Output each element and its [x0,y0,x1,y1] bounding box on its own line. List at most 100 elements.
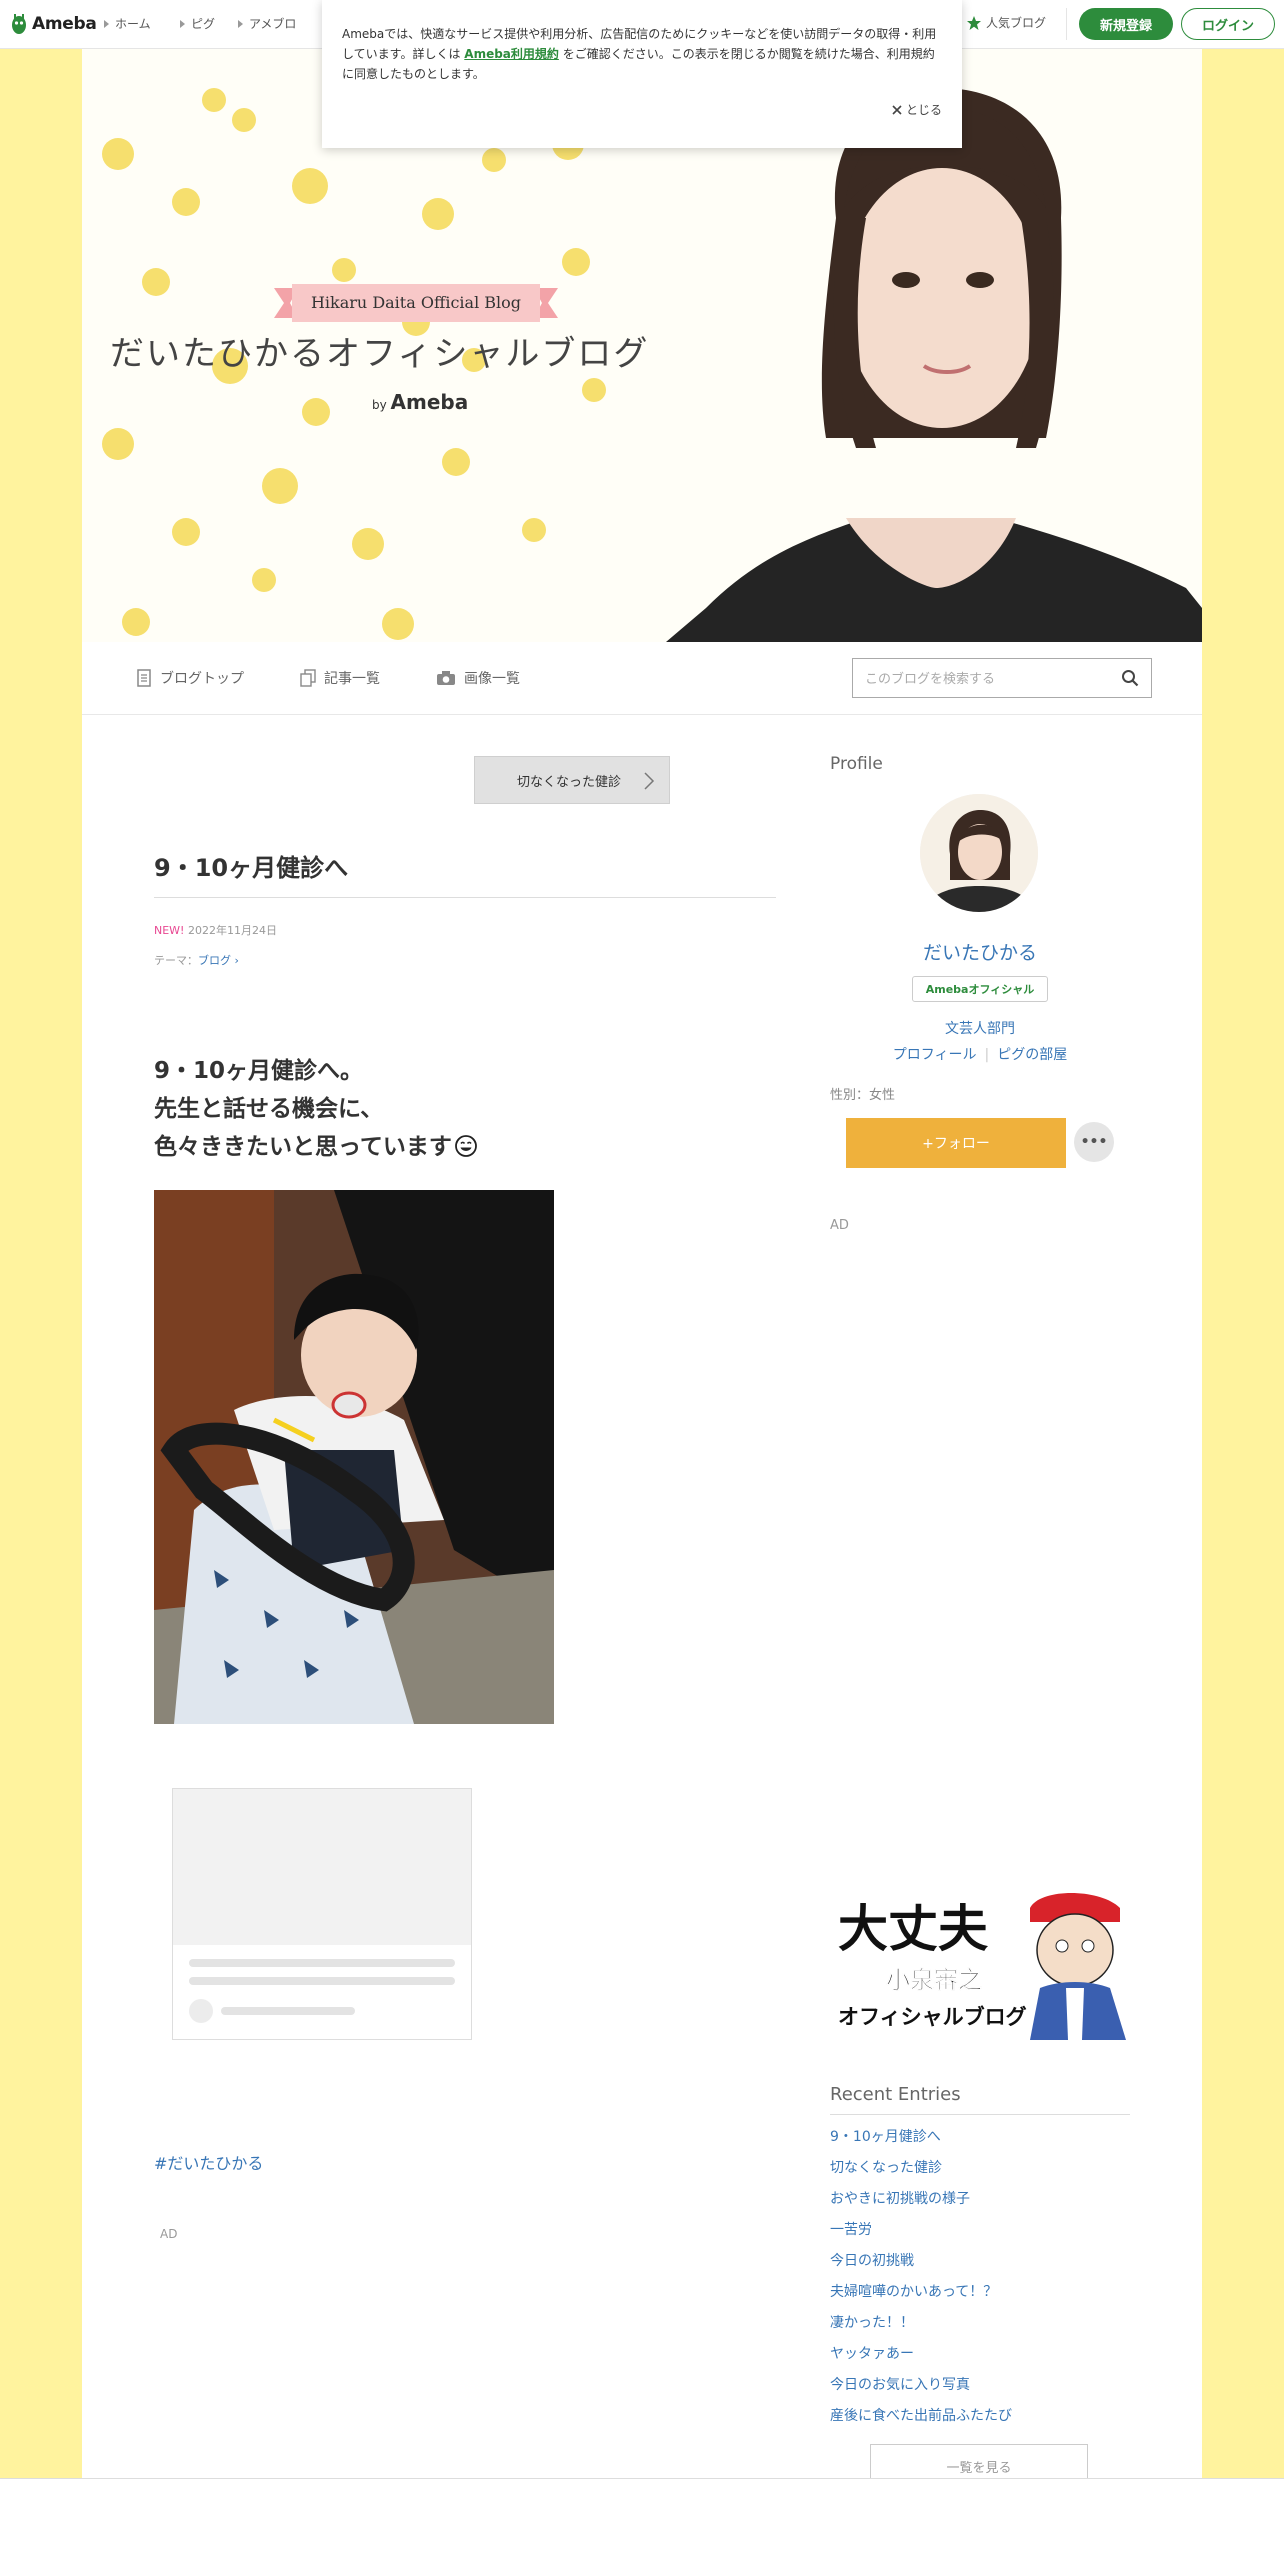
profile-avatar[interactable] [920,794,1038,912]
koizumi-blog-banner[interactable]: 大丈夫 小泉審之 オフィシャルブログ [830,1888,1130,2040]
subnav-image-list[interactable]: 画像一覧 [436,668,520,688]
theme-label: テーマ： [154,954,198,967]
recent-entries-heading: Recent Entries [830,2084,961,2105]
entry-body: 9・10ヶ月健診へ。 先生と話せる機会に、 色々ききたいと思っています [154,1052,478,1166]
nav-pigg[interactable]: ピグ [180,15,215,32]
recent-entry-link[interactable]: 凄かった！！ [830,2312,1012,2343]
cookie-close-label: とじる [905,103,942,117]
entry-title[interactable]: 9・10ヶ月健診へ [154,848,348,883]
subnav-blog-top-label: ブログトップ [160,671,244,687]
entry-theme: テーマ：ブログ › [154,952,239,968]
profile-links: プロフィール | ピグの部屋 [830,1044,1130,1064]
body-line-2: 先生と話せる機会に、 [154,1096,384,1122]
triangle-right-icon [238,19,243,28]
recent-entry-link[interactable]: 産後に食べた出前品ふたたび [830,2405,1012,2436]
recent-entry-link[interactable]: 切なくなった健診 [830,2157,1012,2188]
recent-entry-link[interactable]: ヤッタァあー [830,2343,1012,2374]
polka-dot [202,88,226,112]
nav-home-label: ホーム [115,17,151,31]
ribbon-text: Hikaru Daita Official Blog [310,293,522,312]
polka-dot [122,608,150,636]
polka-dot [302,398,330,426]
baby-stroller-photo[interactable] [154,1190,554,1724]
official-badge[interactable]: Amebaオフィシャル [912,976,1048,1002]
polka-dot [102,138,134,170]
subnav-blog-top[interactable]: ブログトップ [136,668,244,688]
recent-entry-link[interactable]: 今日の初挑戦 [830,2250,1012,2281]
skeleton-avatar [189,1999,213,2023]
profile-gender: 性別：女性 [830,1088,896,1103]
title-divider [154,897,776,898]
theme-link[interactable]: ブログ [198,954,231,967]
smile-emoji-icon [454,1135,477,1157]
body-line-1: 9・10ヶ月健診へ。 [154,1058,364,1084]
subnav-article-list[interactable]: 記事一覧 [300,668,380,688]
profile-link[interactable]: プロフィール [893,1047,977,1063]
nav-popular-blogs[interactable]: 人気ブログ [966,14,1046,31]
polka-dot [252,568,276,592]
ad-label: AD [160,2227,178,2241]
recent-entry-link[interactable]: 今日のお気に入り写真 [830,2374,1012,2405]
more-options-button[interactable]: ••• [1074,1122,1114,1162]
profile-category[interactable]: 文芸人部門 [830,1018,1130,1038]
new-badge: NEW! [154,924,185,937]
login-button[interactable]: ログイン [1181,8,1275,40]
polka-dot [482,148,506,172]
banner-line-2: 小泉審之 [886,1966,982,1994]
follow-button[interactable]: +フォロー [846,1118,1066,1168]
banner-line-3: オフィシャルブログ [838,2005,1027,2029]
sidebar-ad-label: AD [830,1218,849,1233]
search-icon[interactable] [1121,669,1139,687]
close-icon [892,104,902,115]
link-card-image [173,1789,471,1945]
recent-entries-list: 9・10ヶ月健診へ 切なくなった健診 おやきに初挑戦の様子 一苦労 今日の初挑戦… [830,2126,1012,2436]
profile-name[interactable]: だいたひかる [830,938,1130,965]
body-line-3-wrapper: 色々ききたいと思っています [154,1128,478,1166]
nav-ameblo-label: アメブロ [249,17,297,31]
link-separator: | [984,1047,990,1063]
polka-dot [332,258,356,282]
header-divider [1066,8,1067,40]
entry-date: 2022年11月24日 [187,924,277,937]
ameba-mascot-icon [12,14,26,34]
recent-entry-link[interactable]: 一苦労 [830,2219,1012,2250]
cookie-consent-text: Amebaでは、快適なサービス提供や利用分析、広告配信のためにクッキーなどを使い… [342,24,942,84]
signup-button[interactable]: 新規登録 [1079,8,1173,40]
hashtag-link[interactable]: #だいたひかる [154,2150,263,2174]
copy-icon [300,669,316,687]
nav-popular-label: 人気ブログ [986,16,1047,30]
recent-entry-link[interactable]: おやきに初挑戦の様子 [830,2188,1012,2219]
recent-entry-link[interactable]: 夫婦喧嘩のかいあって！？ [830,2281,1012,2312]
nav-home[interactable]: ホーム [104,15,151,32]
by-label: by [372,398,387,412]
cookie-close-button[interactable]: とじる [892,101,942,118]
polka-dot [232,108,256,132]
polka-dot [352,528,384,560]
blog-search-input[interactable] [863,667,1107,691]
polka-dot [172,188,200,216]
terms-link[interactable]: Ameba利用規約 [464,47,559,61]
polka-dot [422,198,454,230]
triangle-right-icon [180,19,185,28]
polka-dot [382,608,414,640]
subnav-image-list-label: 画像一覧 [464,671,520,687]
ameba-logo[interactable]: Ameba [10,12,97,36]
chevron-right-icon [644,772,655,790]
polka-dot [582,378,606,402]
profile-heading: Profile [830,754,883,774]
page-background-right [1202,48,1284,2478]
skeleton-line [221,2007,355,2015]
link-card-placeholder[interactable] [172,1788,472,2040]
blog-subnav: ブログトップ 記事一覧 画像一覧 [82,642,1202,715]
previous-entry-label: 切なくなった健診 [517,774,622,790]
camera-icon [437,671,455,685]
previous-entry-button[interactable]: 切なくなった健診 [474,756,670,804]
recent-entry-link[interactable]: 9・10ヶ月健診へ [830,2126,1012,2157]
nav-ameblo[interactable]: アメブロ [238,15,296,32]
polka-dot [102,428,134,460]
chevron-right-icon: › [234,954,239,967]
blog-title: だいたひかるオフィシャルブログ [110,334,650,374]
skeleton-line [189,1959,455,1967]
pigg-room-link[interactable]: ピグの部屋 [997,1047,1067,1063]
body-line-3: 色々ききたいと思っています [154,1134,452,1160]
